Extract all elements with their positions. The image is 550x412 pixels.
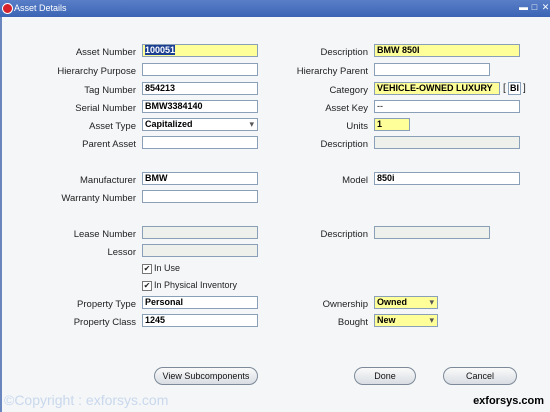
in-physical-inventory-check-icon: ✔ [142,280,152,291]
done-button[interactable]: Done [354,367,416,385]
category-flex-field[interactable]: BI [508,82,521,95]
asset-key-label: Asset Key [325,103,368,114]
lease-description-field[interactable] [374,226,490,239]
asset-key-field[interactable]: -- [374,100,520,113]
lessor-field[interactable] [142,244,258,257]
minimize-icon[interactable]: ▬ [519,3,528,12]
view-subcomponents-button[interactable]: View Subcomponents [154,367,258,385]
asset-type-select[interactable]: Capitalized [142,118,258,131]
hierarchy-purpose-label: Hierarchy Purpose [57,66,136,77]
title-bar: Asset Details ▬ □ ✕ [0,0,550,17]
hierarchy-parent-field[interactable] [374,63,490,76]
hierarchy-parent-label: Hierarchy Parent [296,66,368,77]
asset-number-field[interactable]: 100051 [142,44,258,57]
parent-description-label: Description [320,139,368,150]
lessor-label: Lessor [107,247,136,258]
asset-type-label: Asset Type [89,121,136,132]
in-use-check-icon: ✔ [142,263,152,274]
parent-description-field[interactable] [374,136,520,149]
tag-number-field[interactable]: 854213 [142,82,258,95]
site-watermark: exforsys.com [473,395,544,407]
property-type-field[interactable]: Personal [142,296,258,309]
model-field[interactable]: 850i [374,172,520,185]
property-class-field[interactable]: 1245 [142,314,258,327]
oracle-app-icon [2,3,13,14]
category-bracket-close: ] [523,83,526,94]
manufacturer-label: Manufacturer [80,175,136,186]
description-label: Description [320,47,368,58]
units-label: Units [346,121,368,132]
asset-details-form: Asset Number 100051 Description BMW 850I… [0,17,550,412]
warranty-number-field[interactable] [142,190,258,203]
manufacturer-field[interactable]: BMW [142,172,258,185]
parent-asset-label: Parent Asset [82,139,136,150]
serial-number-label: Serial Number [75,103,136,114]
ownership-select[interactable]: Owned [374,296,438,309]
category-field[interactable]: VEHICLE-OWNED LUXURY [374,82,500,95]
in-use-label: In Use [154,263,181,273]
lease-number-label: Lease Number [73,229,136,240]
in-use-checkbox[interactable]: ✔ In Use [142,263,180,274]
in-physical-inventory-label: In Physical Inventory [154,280,238,290]
maximize-icon[interactable]: □ [530,3,539,12]
cancel-button[interactable]: Cancel [443,367,517,385]
in-physical-inventory-checkbox[interactable]: ✔ In Physical Inventory [142,280,237,291]
window-title: Asset Details [14,3,67,13]
bought-label: Bought [337,317,368,328]
bought-select[interactable]: New [374,314,438,327]
asset-number-label: Asset Number [75,47,136,58]
tag-number-label: Tag Number [84,85,136,96]
units-field[interactable]: 1 [374,118,410,131]
property-class-label: Property Class [73,317,136,328]
lease-number-field[interactable] [142,226,258,239]
model-label: Model [342,175,368,186]
category-label: Category [329,85,368,96]
property-type-label: Property Type [77,299,136,310]
copyright-watermark: ©Copyright : exforsys.com [4,392,169,408]
ownership-label: Ownership [322,299,368,310]
description-field[interactable]: BMW 850I [374,44,520,57]
close-icon[interactable]: ✕ [541,3,550,12]
parent-asset-field[interactable] [142,136,258,149]
hierarchy-purpose-field[interactable] [142,63,258,76]
category-bracket-open: [ [503,83,506,94]
serial-number-field[interactable]: BMW3384140 [142,100,258,113]
lease-description-label: Description [320,229,368,240]
warranty-number-label: Warranty Number [61,193,136,204]
